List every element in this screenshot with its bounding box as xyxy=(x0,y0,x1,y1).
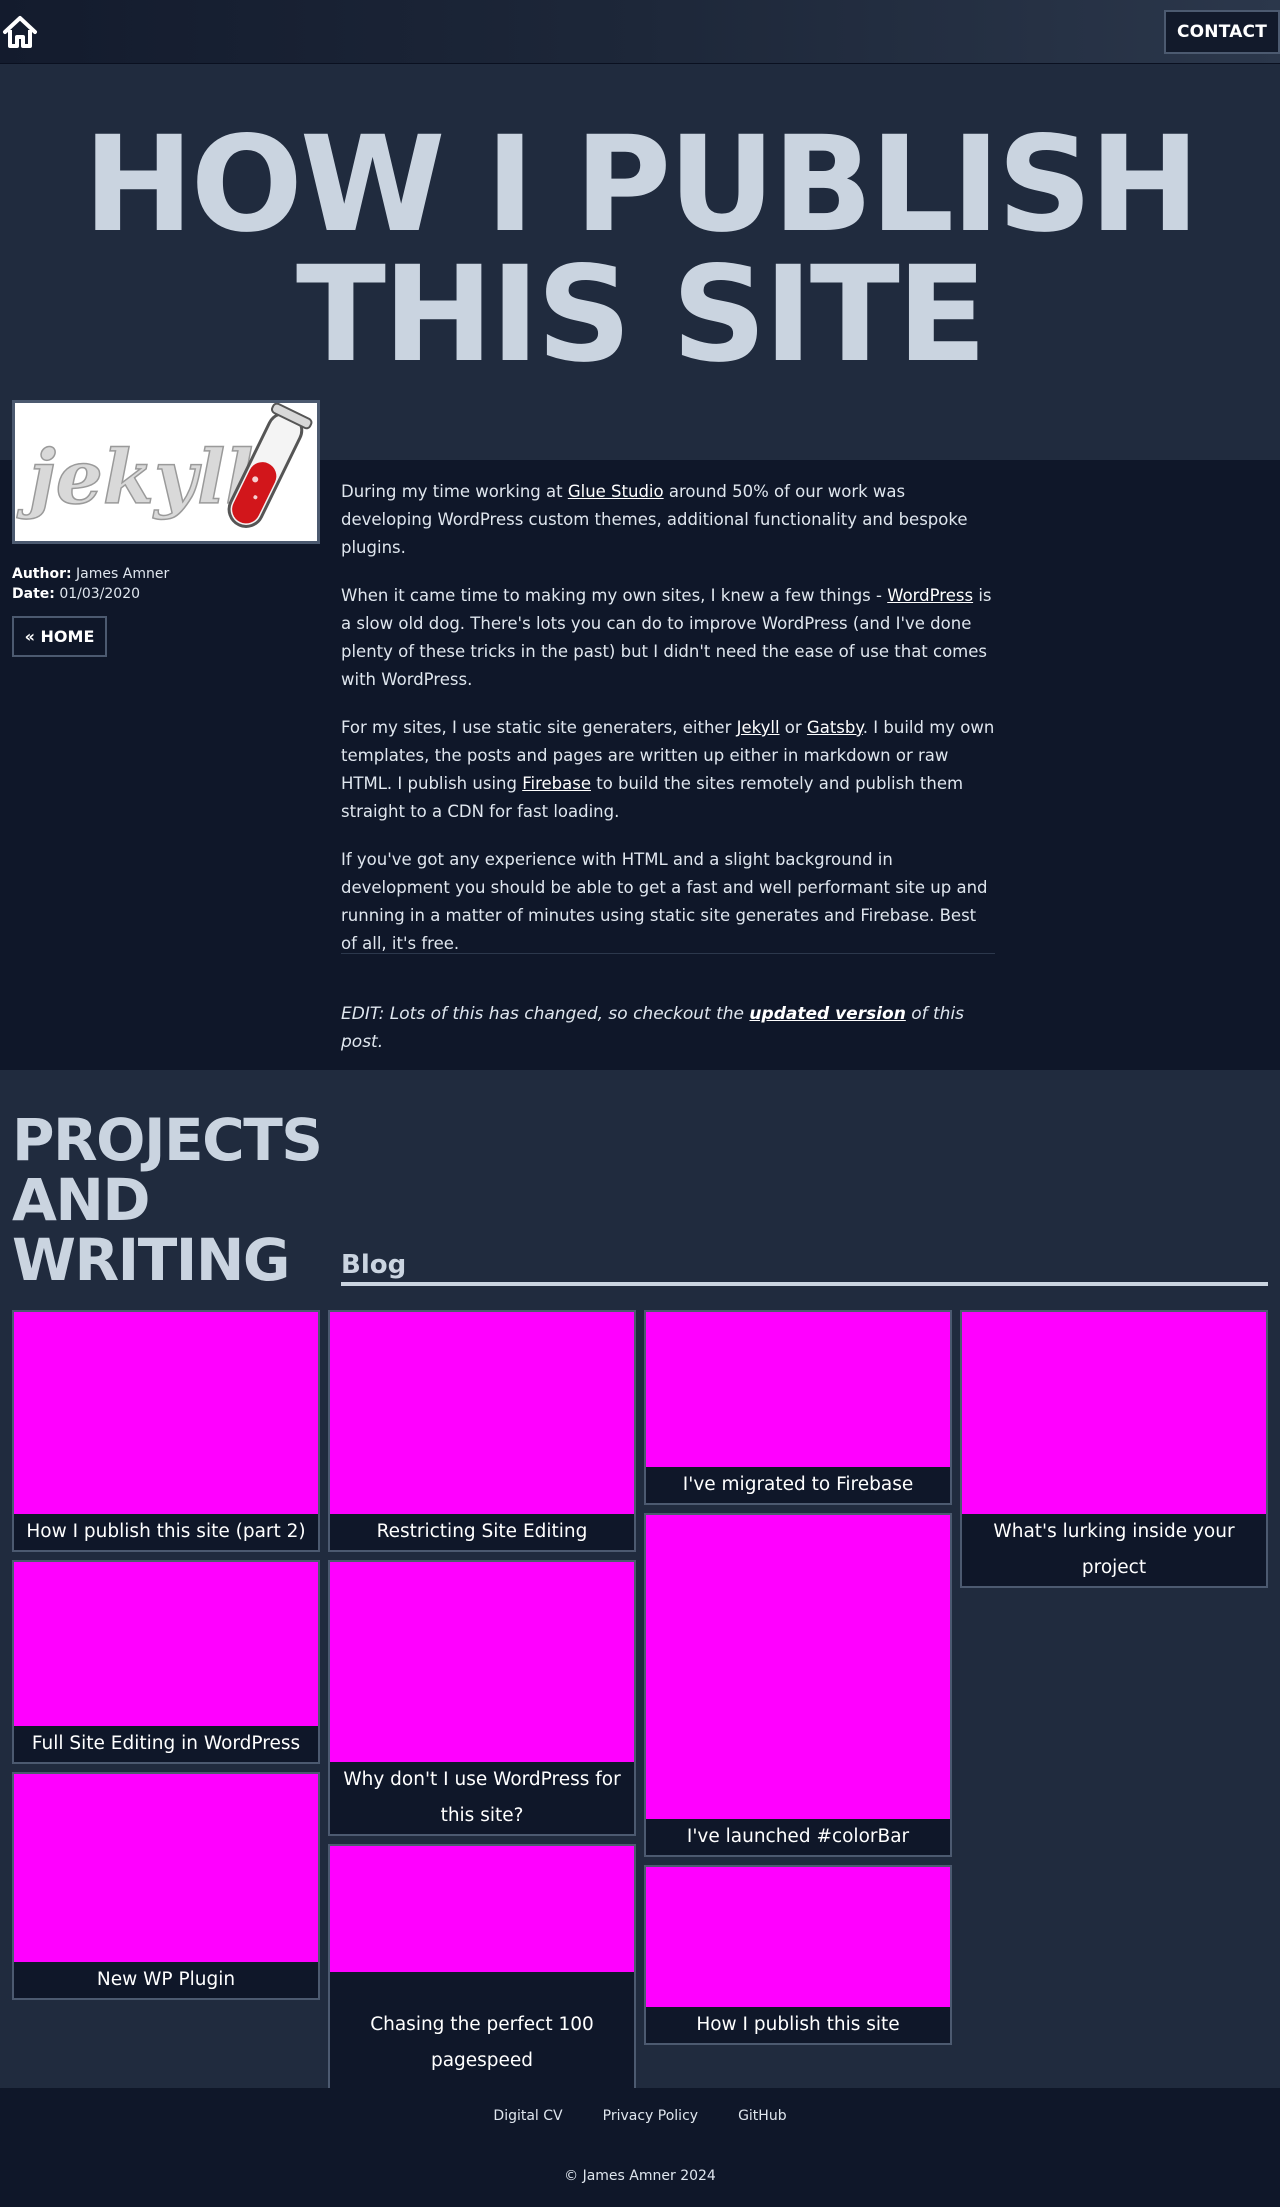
projects-heading: Projects and Writing xyxy=(12,1106,323,1294)
card-thumbnail xyxy=(14,1774,318,1962)
home-icon[interactable] xyxy=(2,14,38,50)
page-title: How I publish this site xyxy=(83,108,1200,392)
card-thumbnail xyxy=(14,1312,318,1514)
card-thumbnail xyxy=(646,1867,950,2007)
featured-image: jekyll xyxy=(12,400,320,544)
edit-note: EDIT: Lots of this has changed, so check… xyxy=(341,1004,965,1052)
card-thumbnail xyxy=(330,1846,634,1972)
paragraph: For my sites, I use static site generate… xyxy=(341,718,995,821)
paragraph: If you've got any experience with HTML a… xyxy=(341,850,988,953)
top-navbar: CONTACT xyxy=(0,0,1280,64)
card-thumbnail xyxy=(646,1515,950,1819)
card-thumbnail xyxy=(646,1312,950,1467)
glue-studio-link[interactable]: Glue Studio xyxy=(568,482,664,501)
blog-card[interactable]: Restricting Site Editing xyxy=(328,1310,636,1552)
projects-section: Projects and Writing Blog How I publish … xyxy=(0,1070,1280,2116)
card-title: Restricting Site Editing xyxy=(376,1521,588,1542)
footer-link-digital-cv[interactable]: Digital CV xyxy=(493,2108,562,2124)
contact-button[interactable]: CONTACT xyxy=(1164,10,1280,54)
blog-card[interactable]: What's lurking inside your project xyxy=(960,1310,1268,1588)
home-button[interactable]: « HOME xyxy=(12,616,107,657)
updated-version-link[interactable]: updated version xyxy=(749,1004,905,1024)
date-label: Date: xyxy=(12,586,55,602)
card-thumbnail xyxy=(330,1312,634,1514)
footer-link-privacy-policy[interactable]: Privacy Policy xyxy=(603,2108,698,2124)
post-meta: Author: James Amner Date: 01/03/2020 xyxy=(12,564,169,604)
card-thumbnail xyxy=(330,1562,634,1762)
card-title: How I publish this site xyxy=(696,2014,900,2035)
card-title: What's lurking inside your project xyxy=(993,1521,1235,1578)
divider xyxy=(341,953,995,954)
card-title: I've migrated to Firebase xyxy=(682,1474,914,1495)
svg-text:jekyll: jekyll xyxy=(16,435,253,521)
blog-card[interactable]: How I publish this site (part 2) xyxy=(12,1310,320,1552)
card-title: Why don't I use WordPress for this site? xyxy=(343,1769,621,1826)
gatsby-link[interactable]: Gatsby xyxy=(807,718,863,737)
footer: Digital CV Privacy Policy GitHub © James… xyxy=(0,2088,1280,2207)
date-line: Date: 01/03/2020 xyxy=(12,584,169,604)
author-line: Author: James Amner xyxy=(12,564,169,584)
card-title: Full Site Editing in WordPress xyxy=(31,1733,301,1754)
author-name: James Amner xyxy=(76,566,170,582)
paragraph: During my time working at Glue Studio ar… xyxy=(341,482,968,557)
footer-link-github[interactable]: GitHub xyxy=(738,2108,787,2124)
blog-heading: Blog xyxy=(341,1250,1268,1286)
firebase-link[interactable]: Firebase xyxy=(522,774,591,793)
card-thumbnail xyxy=(14,1562,318,1726)
jekyll-logo: jekyll xyxy=(15,403,313,528)
article-body: During my time working at Glue Studio ar… xyxy=(341,478,995,978)
post-date: 01/03/2020 xyxy=(59,586,141,602)
blog-card[interactable]: Chasing the perfect 100 pagespeed xyxy=(328,1844,636,2116)
blog-card[interactable]: Full Site Editing in WordPress xyxy=(12,1560,320,1764)
blog-card[interactable]: I've migrated to Firebase xyxy=(644,1310,952,1505)
card-thumbnail xyxy=(962,1312,1266,1514)
blog-card[interactable]: I've launched #colorBar xyxy=(644,1513,952,1857)
card-title: I've launched #colorBar xyxy=(686,1826,910,1847)
paragraph: When it came time to making my own sites… xyxy=(341,586,992,689)
jekyll-link[interactable]: Jekyll xyxy=(737,718,780,737)
blog-card[interactable]: How I publish this site xyxy=(644,1865,952,2045)
card-title: How I publish this site (part 2) xyxy=(26,1521,306,1542)
footer-links: Digital CV Privacy Policy GitHub xyxy=(0,2108,1280,2124)
blog-card[interactable]: Why don't I use WordPress for this site? xyxy=(328,1560,636,1836)
card-title: New WP Plugin xyxy=(96,1969,236,1990)
blog-card[interactable]: New WP Plugin xyxy=(12,1772,320,2000)
wordpress-link[interactable]: WordPress xyxy=(887,586,973,605)
author-label: Author: xyxy=(12,566,72,582)
copyright: © James Amner 2024 xyxy=(564,2168,716,2184)
